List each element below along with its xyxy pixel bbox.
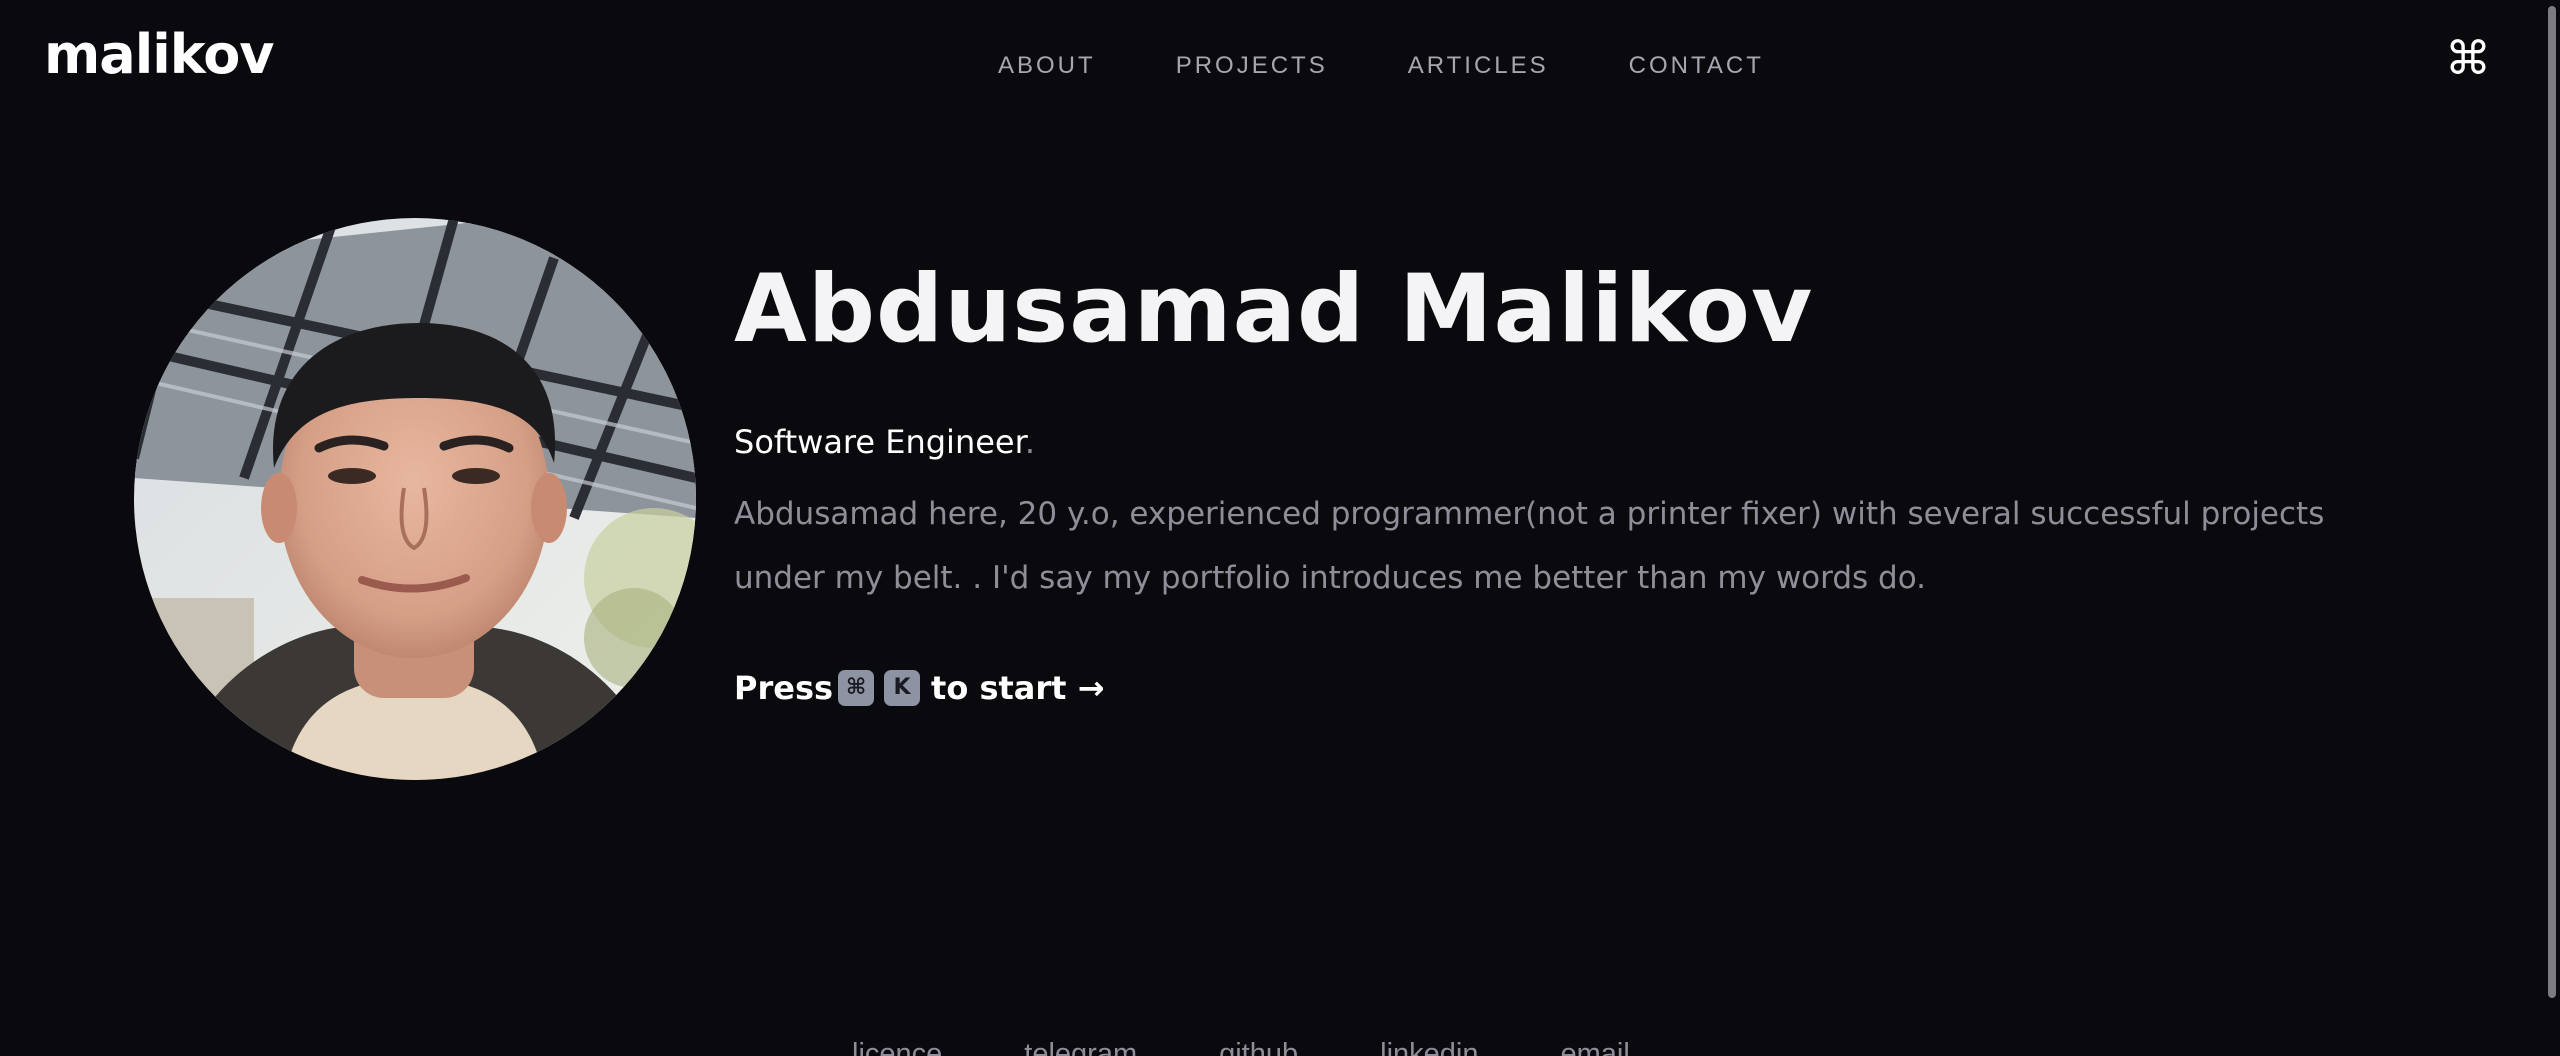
hero-section: Abdusamad Malikov Software Engineer. Abd… xyxy=(734,250,2374,708)
nav-projects[interactable]: PROJECTS xyxy=(1176,46,1328,86)
avatar-photo xyxy=(134,218,696,780)
hero-role-text: Software Engineer xyxy=(734,423,1025,461)
scrollbar-thumb[interactable] xyxy=(2548,6,2556,998)
cta-start-label: to start → xyxy=(931,669,1105,707)
hero-role-suffix: . xyxy=(1024,423,1035,461)
nav-articles[interactable]: ARTICLES xyxy=(1408,46,1549,86)
nav-about[interactable]: ABOUT xyxy=(998,46,1096,86)
command-icon[interactable]: ⌘ xyxy=(2444,30,2492,86)
site-logo[interactable]: malikov xyxy=(44,20,274,90)
footer-link-github[interactable]: github xyxy=(1219,1034,1298,1056)
command-key: ⌘ xyxy=(838,670,875,706)
footer-links: licence telegram github linkedin email xyxy=(852,1034,1712,1056)
footer-link-email[interactable]: email xyxy=(1560,1034,1629,1056)
hero-bio: Abdusamad here, 20 y.o, experienced prog… xyxy=(734,496,2325,596)
nav-contact[interactable]: CONTACT xyxy=(1629,46,1764,86)
footer-link-licence[interactable]: licence xyxy=(852,1034,942,1056)
main-nav: ABOUT PROJECTS ARTICLES CONTACT xyxy=(998,46,1844,86)
footer-link-linkedin[interactable]: linkedin xyxy=(1380,1034,1478,1056)
k-key: K xyxy=(884,670,921,706)
scrollbar[interactable] xyxy=(2544,0,2560,1056)
cta-press-label: Press xyxy=(734,669,834,707)
footer-link-telegram[interactable]: telegram xyxy=(1024,1034,1137,1056)
command-palette-cta[interactable]: Press ⌘ K to start → xyxy=(734,668,2374,708)
hero-role: Software Engineer. xyxy=(734,422,2374,462)
hero-name: Abdusamad Malikov xyxy=(734,255,1814,364)
page: malikov ABOUT PROJECTS ARTICLES CONTACT … xyxy=(0,0,2560,1056)
avatar xyxy=(134,218,696,780)
